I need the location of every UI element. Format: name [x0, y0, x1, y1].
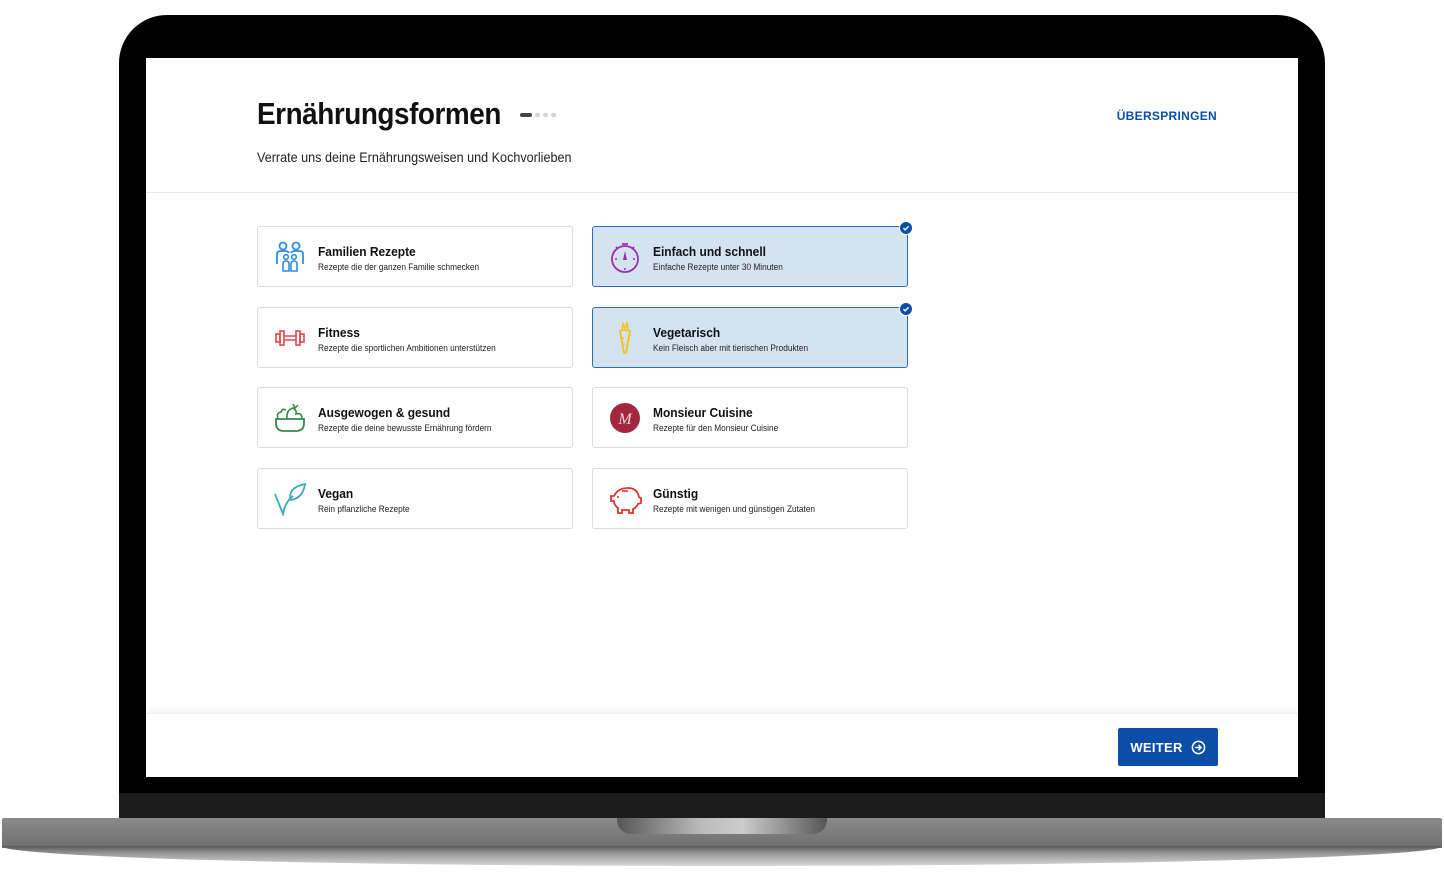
option-card[interactable]: Günstig Rezepte mit wenigen und günstige…	[592, 467, 908, 529]
option-card[interactable]: Familien Rezepte Rezepte die der ganzen …	[257, 226, 573, 287]
option-title: Fitness	[318, 324, 360, 340]
option-card[interactable]: Vegetarisch Kein Fleisch aber mit tieris…	[592, 301, 913, 368]
svg-text:M: M	[617, 411, 633, 428]
header: Ernährungsformen Verrate uns deine Ernäh…	[146, 58, 1298, 193]
progress-dot	[551, 113, 556, 117]
stopwatch-icon	[611, 243, 639, 273]
laptop-bezel-bottom	[119, 793, 1325, 819]
option-card[interactable]: M Monsieur Cuisine Rezepte für den Monsi…	[592, 387, 908, 448]
dumbbell-icon	[275, 329, 305, 346]
skip-link[interactable]: ÜBERSPRINGEN	[1117, 109, 1217, 123]
next-button-label: WEITER	[1130, 739, 1183, 755]
check-icon	[899, 301, 913, 316]
arrow-right-circle-icon	[1191, 740, 1206, 754]
option-title: Vegan	[318, 485, 354, 501]
option-title: Vegetarisch	[653, 324, 721, 340]
leaf-icon	[274, 482, 307, 516]
monsieur-cuisine-logo-icon: M	[610, 403, 640, 433]
page-subtitle: Verrate uns deine Ernährungsweisen und K…	[257, 149, 572, 165]
progress-dot	[543, 113, 548, 117]
option-description: Rezepte für den Monsieur Cuisine	[653, 423, 779, 433]
next-button[interactable]: WEITER	[1118, 728, 1218, 766]
carrot-icon	[618, 320, 632, 354]
option-card[interactable]: Ausgewogen & gesund Rezepte die deine be…	[257, 387, 573, 448]
family-icon	[276, 241, 304, 272]
option-title: Ausgewogen & gesund	[318, 405, 451, 420]
app-screen: Ernährungsformen Verrate uns deine Ernäh…	[146, 58, 1298, 777]
option-card[interactable]: Fitness Rezepte die sportlichen Ambition…	[257, 306, 573, 368]
option-description: Rezepte die deine bewusste Ernährung för…	[318, 423, 492, 433]
laptop-notch	[617, 818, 827, 834]
check-icon	[899, 221, 913, 235]
option-description: Rein pflanzliche Rezepte	[318, 503, 410, 514]
salad-bowl-icon	[275, 403, 305, 432]
option-description: Einfache Rezepte unter 30 Minuten	[653, 262, 783, 272]
progress-dots	[520, 113, 556, 117]
piggy-bank-icon	[610, 486, 642, 514]
option-title: Günstig	[653, 485, 699, 501]
option-title: Monsieur Cuisine	[653, 405, 753, 420]
option-description: Kein Fleisch aber mit tierischen Produkt…	[653, 342, 809, 353]
option-title: Einfach und schnell	[653, 244, 766, 259]
option-title: Familien Rezepte	[318, 244, 416, 259]
option-card[interactable]: Einfach und schnell Einfache Rezepte unt…	[592, 221, 913, 287]
laptop-base-lip	[2, 846, 1442, 866]
progress-dot-active	[520, 113, 532, 117]
footer: WEITER	[146, 713, 1298, 777]
option-description: Rezepte die sportlichen Ambitionen unter…	[318, 342, 496, 353]
page-title: Ernährungsformen	[257, 96, 501, 131]
option-card[interactable]: Vegan Rein pflanzliche Rezepte	[257, 467, 573, 529]
progress-dot	[535, 113, 540, 117]
option-description: Rezepte die der ganzen Familie schmecken	[318, 262, 480, 272]
option-description: Rezepte mit wenigen und günstigen Zutate…	[653, 503, 816, 514]
